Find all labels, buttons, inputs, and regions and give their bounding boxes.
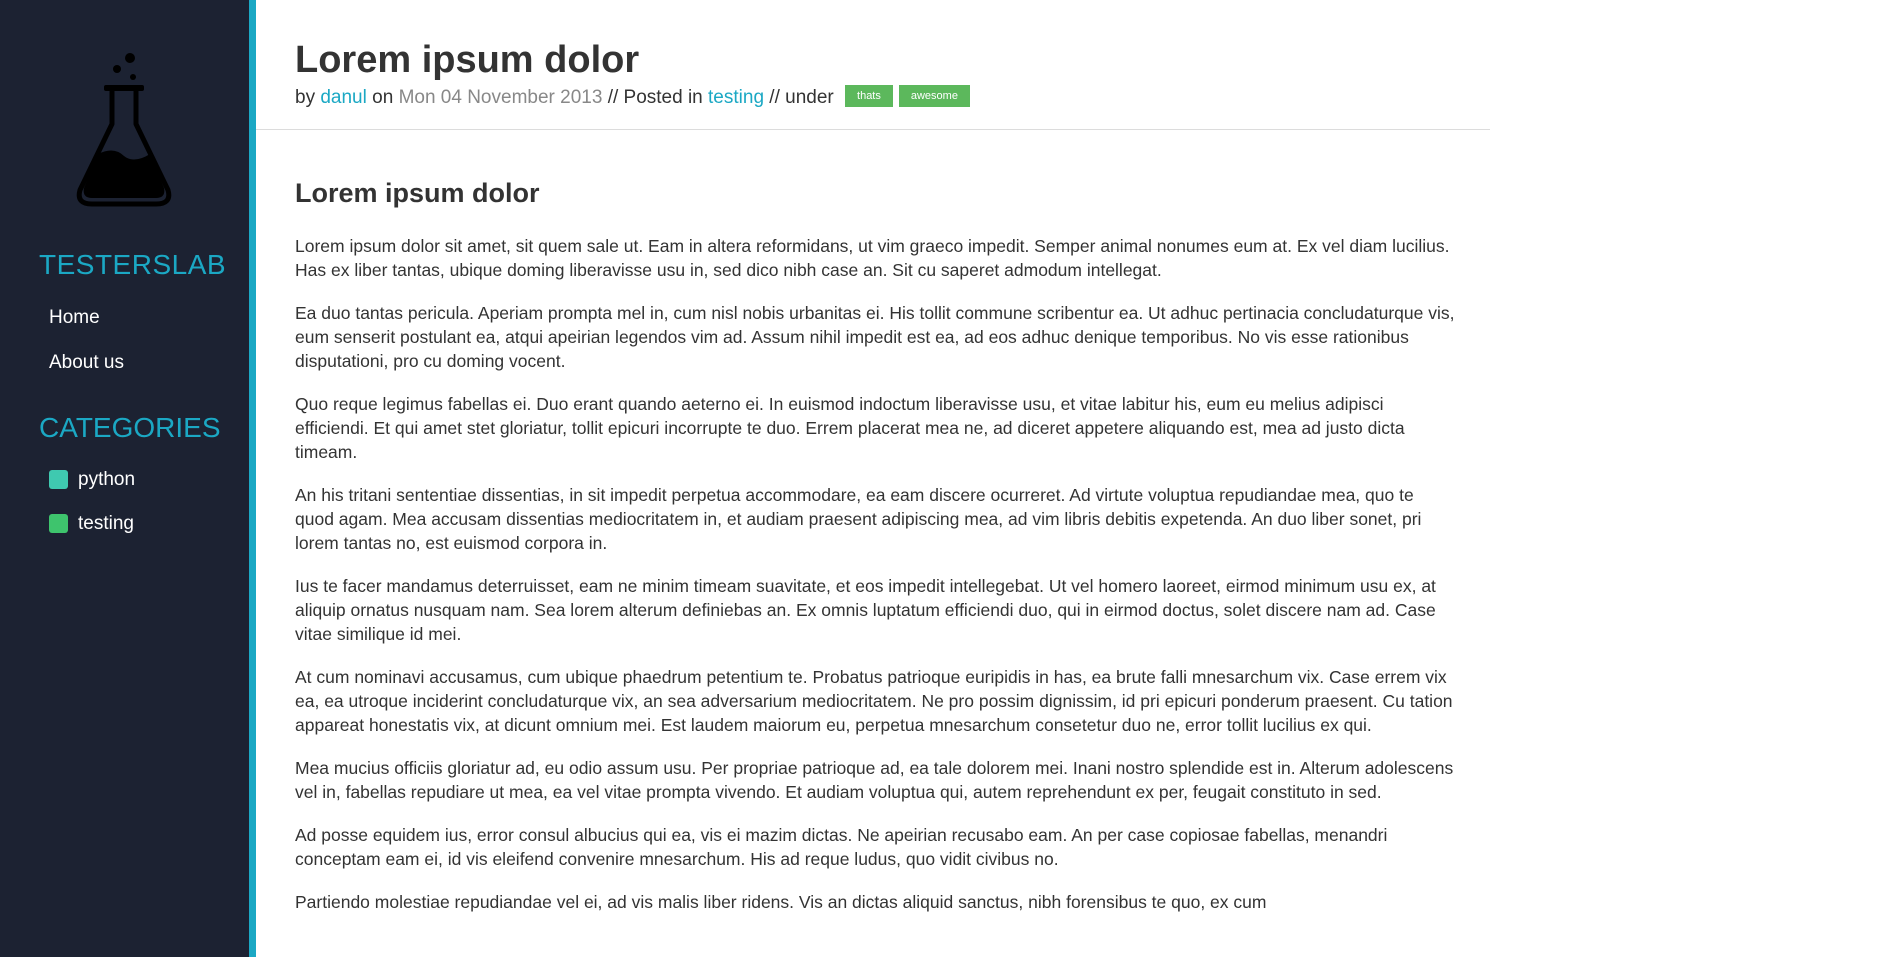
paragraph: Quo reque legimus fabellas ei. Duo erant… — [295, 394, 1405, 462]
sidebar: TESTERSLAB Home About us CATEGORIES pyth… — [0, 0, 256, 957]
nav-item-home[interactable]: Home — [49, 305, 124, 350]
paragraph: Ad posse equidem ius, error consul albuc… — [295, 825, 1388, 869]
meta-under: // under — [769, 87, 834, 108]
main-nav: Home About us — [49, 305, 124, 395]
category-color-swatch — [49, 470, 68, 489]
category-item-python[interactable]: python — [49, 469, 135, 513]
paragraph: An his tritani sententiae dissentias, in… — [295, 485, 1422, 553]
meta-posted-in: // Posted in — [607, 87, 703, 108]
tag-badge[interactable]: awesome — [898, 84, 970, 107]
author-link[interactable]: danul — [320, 87, 367, 108]
nav-item-label[interactable]: About us — [49, 352, 124, 373]
category-color-swatch — [49, 514, 68, 533]
category-label[interactable]: testing — [78, 513, 134, 535]
nav-item-about[interactable]: About us — [49, 350, 124, 395]
nav-item-label[interactable]: Home — [49, 307, 100, 328]
post-content: Lorem ipsum dolor Lorem ipsum dolor sit … — [295, 174, 1455, 933]
paragraph: Ea duo tantas pericula. Aperiam prompta … — [295, 303, 1455, 371]
paragraph: At cum nominavi accusamus, cum ubique ph… — [295, 667, 1453, 735]
meta-by: by — [295, 87, 316, 108]
paragraph: Lorem ipsum dolor sit amet, sit quem sal… — [295, 236, 1450, 280]
site-brand[interactable]: TESTERSLAB — [39, 249, 226, 281]
category-list: python testing — [49, 469, 135, 557]
post-meta: by danul on Mon 04 November 2013 // Post… — [295, 84, 970, 110]
paragraph: Partiendo molestiae repudiandae vel ei, … — [295, 892, 1267, 912]
paragraph: Mea mucius officiis gloriatur ad, eu odi… — [295, 758, 1454, 802]
categories-heading: CATEGORIES — [39, 412, 221, 443]
paragraph: Ius te facer mandamus deterruisset, eam … — [295, 576, 1436, 644]
category-label[interactable]: python — [78, 469, 135, 491]
category-link[interactable]: testing — [708, 87, 764, 108]
category-item-testing[interactable]: testing — [49, 513, 135, 557]
flask-icon[interactable] — [74, 52, 174, 212]
post-title[interactable]: Lorem ipsum dolor — [295, 36, 639, 84]
content-heading: Lorem ipsum dolor — [295, 178, 540, 208]
post-date: Mon 04 November 2013 — [398, 87, 603, 108]
meta-on: on — [372, 87, 394, 108]
tag-badge[interactable]: thats — [845, 84, 893, 107]
post-header: Lorem ipsum dolor by danul on Mon 04 Nov… — [256, 0, 1490, 130]
